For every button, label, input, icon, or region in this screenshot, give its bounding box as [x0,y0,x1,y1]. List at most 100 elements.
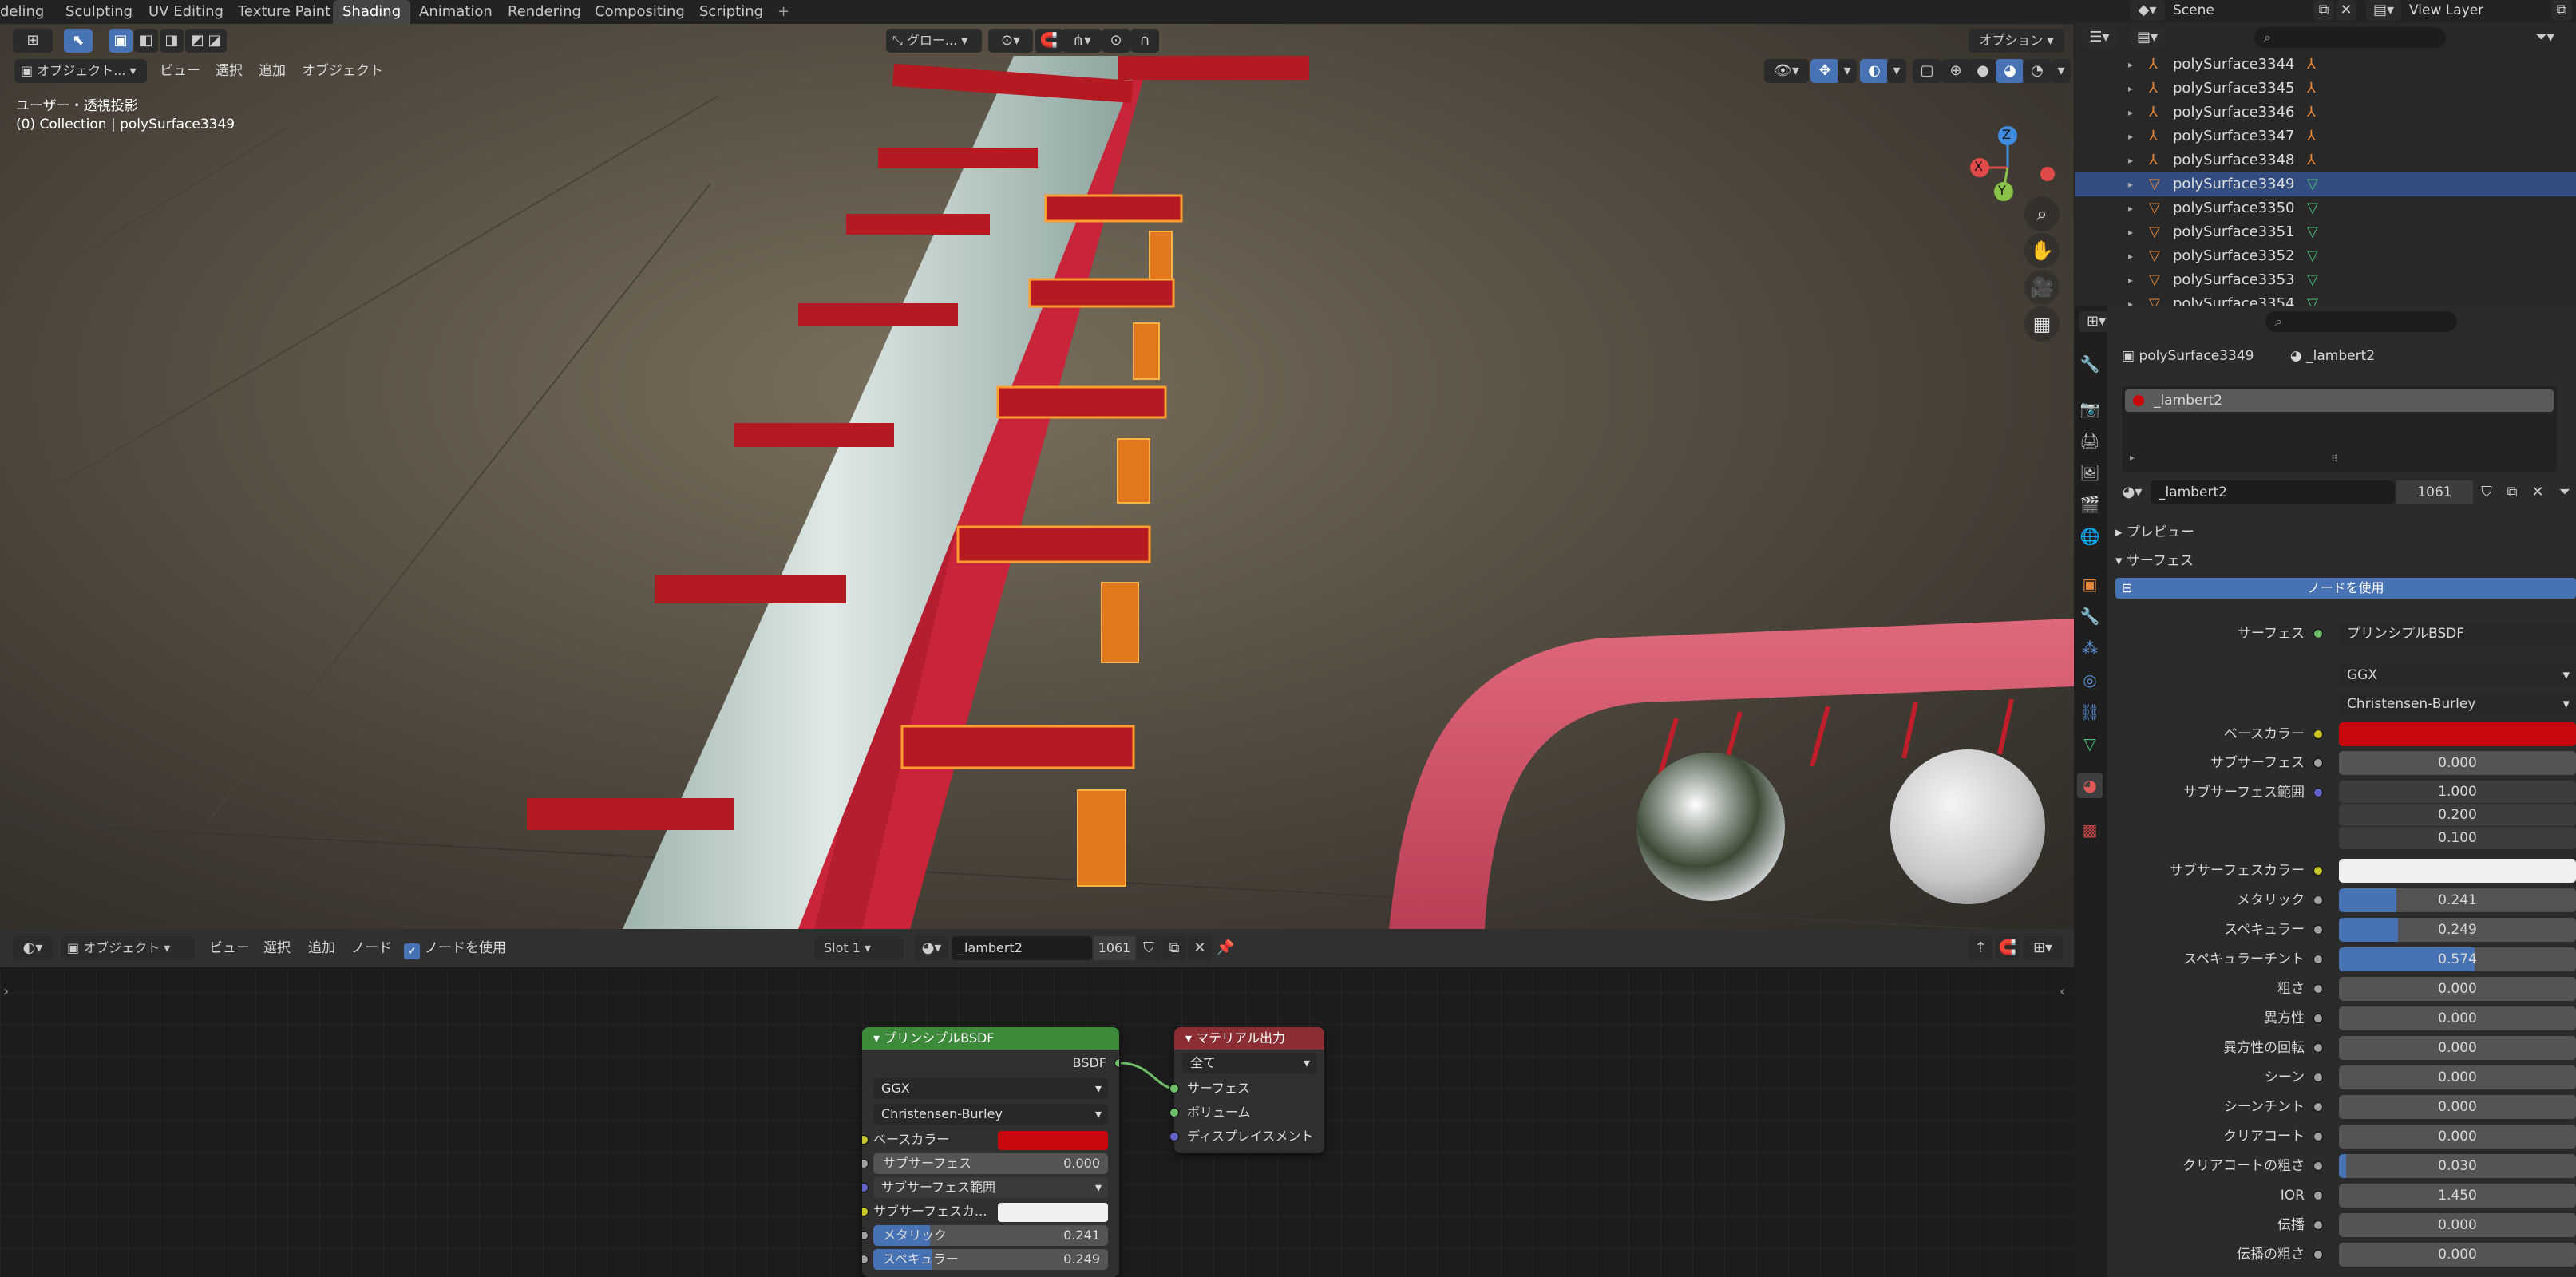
select-box-mode-icon[interactable]: ▣ [109,29,133,53]
tab-texture-paint[interactable]: Texture Paint [228,0,340,24]
material-name-field[interactable]: _lambert2 [952,936,1092,960]
object-tab-icon[interactable]: ▣ [2077,571,2103,597]
output-displacement-socket[interactable] [1169,1132,1179,1141]
overlay-toggle-icon[interactable]: ◐ [1860,59,1889,83]
node-snap-target-icon[interactable]: ⊞▾ [2023,936,2063,960]
tab-animation[interactable]: Animation [410,0,502,24]
outliner-search-input[interactable]: ⌕ [2254,27,2446,48]
camera-icon[interactable]: 🎥 [2024,270,2060,305]
outliner-filter-icon[interactable]: ⏷▾ [2523,27,2567,48]
props-duplicate-icon[interactable]: ⧉ [2500,480,2524,504]
fake-user-icon[interactable]: ⛉ [1137,936,1161,960]
expand-arrow-icon[interactable]: ▸ [2128,125,2133,148]
bsdf-output-socket[interactable] [1114,1058,1119,1068]
select-tool-icon[interactable]: ⬉ [64,29,93,53]
props-fake-user-icon[interactable]: ⛉ [2475,480,2499,504]
scene-name[interactable]: Scene [2168,0,2312,21]
base-color-socket[interactable] [862,1135,869,1145]
property-value-slider[interactable]: 0.000 [2339,1125,2576,1149]
delete-scene-icon[interactable]: ✕ [2336,0,2356,21]
base-color-swatch[interactable] [998,1131,1108,1150]
surface-shader-selector[interactable]: プリンシプルBSDF [2339,622,2576,646]
material-browse-icon[interactable]: ◕▾ [915,936,948,960]
menu-view[interactable]: ビュー [160,59,200,83]
xray-icon[interactable]: ▢ [1913,59,1941,83]
slot-dropdown[interactable]: Slot 1 ▾ [814,936,904,960]
outliner-item[interactable]: ▸ ⅄ polySurface3346 ⅄ [2075,101,2576,125]
output-surface-socket[interactable] [1169,1084,1179,1093]
expand-arrow-icon[interactable]: ▸ [2128,77,2133,101]
node-menu-add[interactable]: 追加 [308,936,335,960]
grid-perspective-icon[interactable]: ▦ [2024,306,2060,342]
outliner-item[interactable]: ▸ ▽ polySurface3353 ▽ [2075,268,2576,292]
options-dropdown[interactable]: オプション ▾ [1969,29,2064,53]
property-value-slider[interactable]: 0.000 [2339,1065,2576,1089]
use-nodes-checkbox[interactable]: ✓ [404,943,420,959]
outliner-item[interactable]: ▸ ⅄ polySurface3345 ⅄ [2075,77,2576,101]
world-tab-icon[interactable]: 🌐 [2077,524,2103,549]
metallic-socket[interactable] [862,1231,869,1240]
expand-arrow-icon[interactable]: ▸ [2128,101,2133,125]
pan-hand-icon[interactable]: ✋ [2024,233,2060,268]
shading-dropdown-icon[interactable]: ▾ [2052,59,2071,83]
props-unlink-icon[interactable]: ✕ [2526,480,2550,504]
unlink-material-icon[interactable]: ✕ [1188,936,1212,960]
outliner-item[interactable]: ▸ ▽ polySurface3351 ▽ [2075,220,2576,244]
toolbar-expand-icon[interactable]: › [3,983,9,1000]
property-value-slider[interactable]: 0.249 [2339,918,2576,942]
sss-range-field[interactable]: 0.100 [2339,827,2576,849]
node-menu-view[interactable]: ビュー [209,936,250,960]
material-output-node[interactable]: ▾ マテリアル出力 全て ▾ サーフェス ボリューム ディスプレイスメント [1169,1027,1324,1153]
snap-target-icon[interactable]: ⋔▾ [1062,29,1102,53]
sss-method-dropdown[interactable]: Christensen-Burley ▾ [2339,692,2576,716]
property-value-slider[interactable]: 0.000 [2339,1213,2576,1237]
node-object-dropdown[interactable]: ▣ オブジェクト ▾ [61,936,195,960]
output-target-dropdown[interactable]: 全て ▾ [1182,1053,1316,1073]
metallic-field[interactable]: メタリック 0.241 [873,1225,1108,1246]
surface-panel-header[interactable]: ▾ サーフェス [2115,549,2194,569]
expand-arrow-icon[interactable]: ▸ [2128,53,2133,77]
specular-field[interactable]: スペキュラー 0.249 [873,1249,1108,1270]
shading-rendered-icon[interactable]: ◔ [2023,59,2052,83]
props-material-name-field[interactable]: _lambert2 [2151,480,2395,504]
node-menu-node[interactable]: ノード [351,936,392,960]
sidebar-expand-icon[interactable]: ‹ [2060,983,2065,1000]
bsdf-distribution-dropdown[interactable]: GGX ▾ [873,1078,1108,1099]
property-value-slider[interactable]: 0.000 [2339,751,2576,775]
expand-arrow-icon[interactable]: ▸ [2128,196,2133,220]
specular-socket[interactable] [862,1255,869,1264]
parent-node-tree-icon[interactable]: ⇡ [1969,936,1992,960]
sss-color-socket[interactable] [862,1207,869,1216]
overlay-dropdown-icon[interactable]: ▾ [1887,59,1906,83]
outliner-item[interactable]: ▸ ⅄ polySurface3347 ⅄ [2075,125,2576,148]
props-users-count[interactable]: 1061 [2396,480,2473,504]
node-editor-type-icon[interactable]: ◐▾ [13,936,53,960]
property-value-slider[interactable]: 0.000 [2339,1095,2576,1119]
sss-range-field[interactable]: 1.000 [2339,781,2576,803]
expand-arrow-icon[interactable]: ▸ [2128,172,2133,196]
distribution-dropdown[interactable]: GGX ▾ [2339,663,2576,687]
tab-uv-editing[interactable]: UV Editing [139,0,233,24]
display-mode-icon[interactable]: ▤▾ [2130,27,2165,48]
view-layer-browse-icon[interactable]: ▤▾ [2366,0,2401,21]
constraints-tab-icon[interactable]: ⛓ [2077,699,2103,725]
property-value-slider[interactable]: 0.000 [2339,1243,2576,1267]
props-material-browse-icon[interactable]: ◕▾ [2115,480,2149,504]
property-value-slider[interactable]: 0.000 [2339,977,2576,1001]
falloff-icon[interactable]: ∩ [1130,29,1159,53]
view-layer-name[interactable]: View Layer [2404,0,2548,21]
select-extend-icon[interactable]: ◧ [134,29,158,53]
bsdf-sss-method-dropdown[interactable]: Christensen-Burley ▾ [873,1104,1108,1125]
tab-scripting[interactable]: Scripting [690,0,773,24]
shading-material-icon[interactable]: ◕ [1996,59,2024,83]
sss-range-socket[interactable] [862,1183,869,1192]
editor-type-icon[interactable]: ⊞ [13,29,53,53]
shading-wireframe-icon[interactable]: ⊕ [1941,59,1970,83]
menu-add[interactable]: 追加 [259,59,286,83]
outliner-item[interactable]: ▸ ▽ polySurface3349 ▽ [2075,172,2576,196]
gizmo-toggle-icon[interactable]: ✥ [1810,59,1839,83]
subsurface-socket[interactable] [862,1159,869,1168]
view-layer-tab-icon[interactable]: 🖼 [2077,460,2103,485]
tab-sculpting[interactable]: Sculpting [56,0,142,24]
node-snap-icon[interactable]: 🧲 [1996,936,2020,960]
